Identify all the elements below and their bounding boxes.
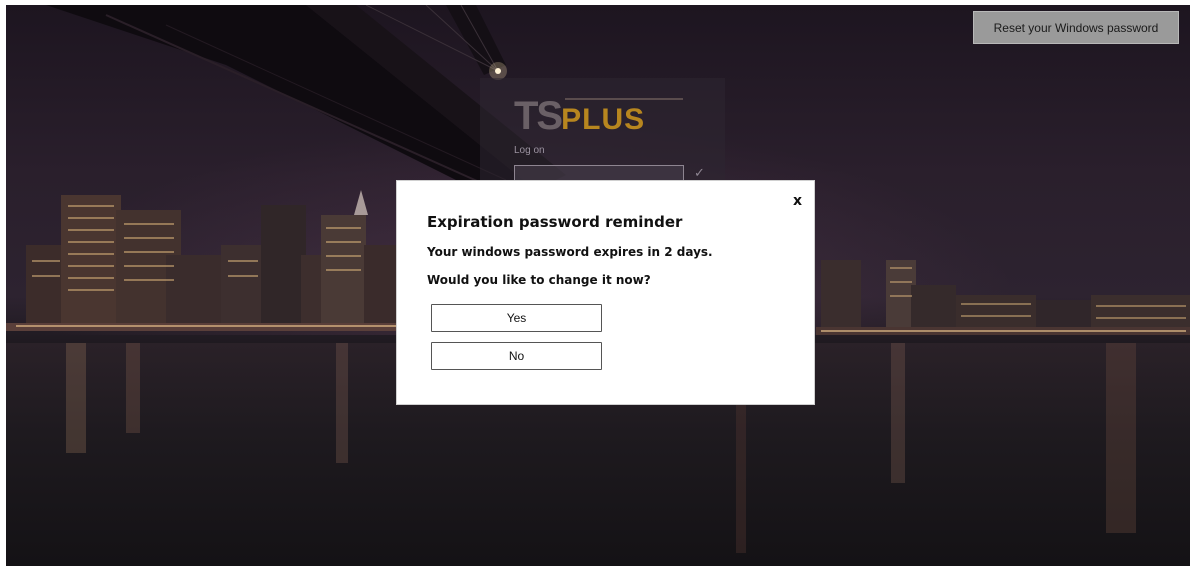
close-icon[interactable]: x: [793, 193, 802, 209]
logo-ts-text: TS: [514, 94, 563, 138]
reset-windows-password-button[interactable]: Reset your Windows password: [973, 11, 1179, 44]
logo-plus-text: PLUS: [561, 103, 646, 136]
logon-label: Log on: [514, 145, 545, 156]
tsplus-logo: TSPLUS: [514, 94, 646, 138]
change-question: Would you like to change it now?: [427, 273, 651, 287]
dialog-title: Expiration password reminder: [427, 213, 683, 231]
no-button[interactable]: No: [431, 342, 602, 370]
yes-button[interactable]: Yes: [431, 304, 602, 332]
expiry-message: Your windows password expires in 2 days.: [427, 245, 713, 259]
expiration-reminder-dialog: x Expiration password reminder Your wind…: [396, 180, 815, 405]
checkmark-icon: ✓: [694, 166, 705, 181]
